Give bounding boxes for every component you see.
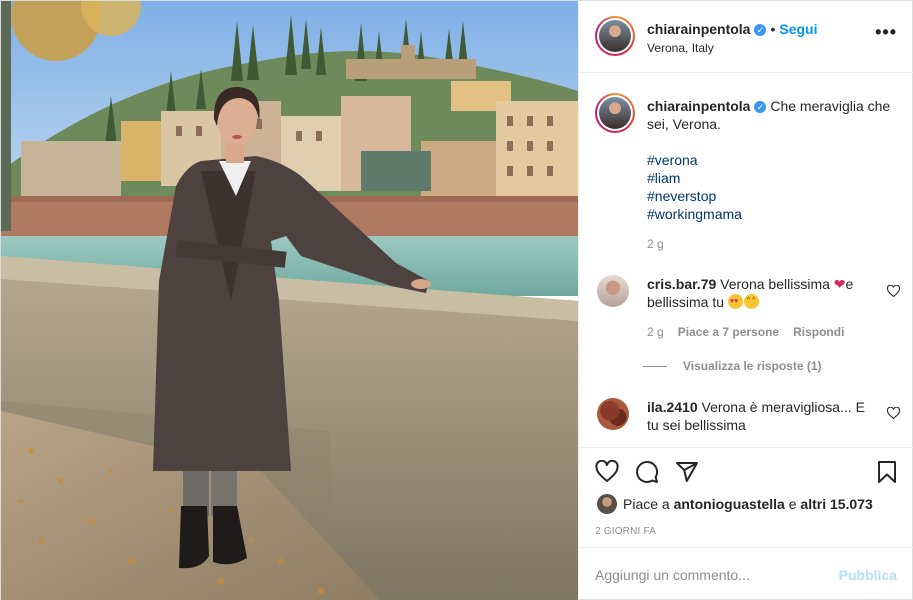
- likes-summary[interactable]: Piace a antonioguastella e altri 15.073: [623, 496, 873, 512]
- photo-woman-in-verona: [1, 1, 578, 600]
- instagram-post-modal: chiarainpentola ✓ • Segui Verona, Italy •••…: [0, 0, 913, 600]
- add-comment-input[interactable]: Aggiungi un commento...: [595, 567, 750, 583]
- hashtag-list: #verona #liam #neverstop #workingmama: [647, 151, 742, 223]
- post-side-panel: chiarainpentola ✓ • Segui Verona, Italy •••…: [578, 1, 913, 600]
- post-actions: Piace a antonioguastella e altri 15.073 …: [579, 447, 913, 547]
- post-header: chiarainpentola ✓ • Segui Verona, Italy •••: [579, 1, 913, 73]
- caption-author-avatar[interactable]: [595, 93, 635, 133]
- view-replies-label: Visualizza le risposte (1): [683, 359, 822, 373]
- likes-others-count[interactable]: altri 15.073: [800, 496, 872, 512]
- comment-text: ila.2410 Verona è meravigliosa... E tu s…: [647, 398, 877, 434]
- caption-username[interactable]: chiarainpentola: [647, 98, 750, 114]
- liker-avatar[interactable]: [597, 494, 617, 514]
- header-title-row: chiarainpentola ✓ • Segui: [647, 21, 818, 39]
- comment-username[interactable]: cris.bar.79: [647, 276, 716, 292]
- comment-time[interactable]: 2 g: [647, 325, 664, 339]
- like-comment-heart-icon[interactable]: [886, 406, 901, 424]
- caption-block: chiarainpentola ✓ Che meraviglia che sei,…: [647, 97, 897, 133]
- comment-avatar[interactable]: [597, 275, 629, 307]
- bookmark-icon[interactable]: [875, 460, 901, 486]
- caption-time[interactable]: 2 g: [647, 237, 664, 251]
- like-comment-heart-icon[interactable]: [886, 284, 901, 302]
- post-photo[interactable]: [1, 1, 578, 600]
- heart-emoji-icon: ❤: [833, 276, 846, 292]
- hashtag-verona[interactable]: #verona: [647, 151, 742, 169]
- share-icon[interactable]: [675, 460, 701, 486]
- reply-button[interactable]: Rispondi: [793, 325, 844, 339]
- comment-likes-count[interactable]: Piace a 7 persone: [678, 325, 779, 339]
- comment-text-part: Verona bellissima: [720, 276, 830, 292]
- post-location[interactable]: Verona, Italy: [647, 41, 714, 55]
- likes-middle: e: [788, 496, 797, 512]
- smiling-heart-eyes-emoji-icon: ♥♥: [727, 294, 743, 309]
- comment-meta: 2 g Piace a 7 persone Rispondi: [647, 325, 844, 339]
- hashtag-workingmama[interactable]: #workingmama: [647, 205, 742, 223]
- hashtag-neverstop[interactable]: #neverstop: [647, 187, 742, 205]
- publish-button[interactable]: Pubblica: [839, 567, 897, 583]
- heart-icon[interactable]: [595, 459, 621, 486]
- comment-icon[interactable]: [635, 460, 661, 486]
- comment-text-part: Verona è meravigliosa... E: [701, 399, 865, 415]
- follow-button[interactable]: Segui: [779, 21, 817, 37]
- comment-text-part: bellissima tu: [647, 294, 725, 310]
- verified-badge-icon: ✓: [754, 24, 767, 36]
- author-avatar[interactable]: [595, 16, 635, 56]
- add-comment-bar: Aggiungi un commento... Pubblica: [579, 547, 913, 600]
- comment-text: cris.bar.79 Verona bellissima ❤e belliss…: [647, 275, 877, 311]
- view-replies-button[interactable]: Visualizza le risposte (1): [643, 359, 822, 373]
- comment-text-part: tu sei bellissima: [647, 417, 746, 433]
- comment-text-part: e: [845, 276, 854, 292]
- more-options-icon[interactable]: •••: [875, 23, 897, 41]
- hashtag-liam[interactable]: #liam: [647, 169, 742, 187]
- likes-prefix: Piace a: [623, 496, 670, 512]
- author-username[interactable]: chiarainpentola: [647, 21, 750, 37]
- post-time-ago[interactable]: 2 GIORNI FA: [595, 526, 656, 537]
- liker-username[interactable]: antonioguastella: [674, 496, 785, 512]
- replies-divider: [643, 366, 667, 368]
- smiling-emoji-icon: ^ ^: [743, 294, 759, 309]
- comment-username[interactable]: ila.2410: [647, 399, 698, 415]
- comment-avatar[interactable]: [597, 398, 629, 430]
- separator-dot: •: [770, 21, 776, 37]
- verified-badge-icon: ✓: [754, 101, 767, 113]
